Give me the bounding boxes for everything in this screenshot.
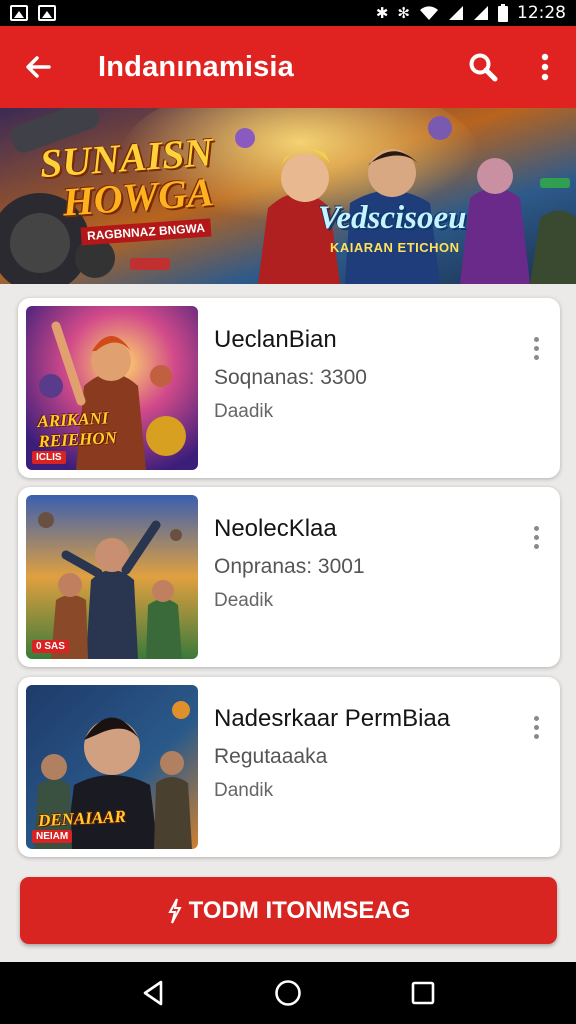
bug-icon: ✱ (375, 3, 389, 22)
item-more-button[interactable] (518, 707, 554, 747)
primary-action-label: TODM ITONMSEAG (188, 896, 411, 924)
system-nav-bar (0, 962, 576, 1024)
game-thumbnail: DENAIAAR NEIAM (26, 685, 198, 849)
signal-icon (449, 6, 463, 20)
thumbnail-badge: NEIAM (32, 830, 73, 843)
banner-title-right: Vedscisoeu (318, 200, 467, 236)
nav-home-button[interactable] (258, 963, 318, 1023)
list-item[interactable]: 0 SAS NeolecKlaa Onpranas: 3001 Deadik (18, 487, 560, 667)
status-bar: ✱ ✻ 12:28 (0, 0, 576, 26)
item-meta: Deadik (214, 590, 274, 611)
app-bar: Indanınamisia (0, 26, 576, 108)
featured-banner[interactable]: SUNAISN HOWGA RAGBNNAZ BNGWA Vedscisoeu … (0, 108, 576, 284)
back-button[interactable] (0, 26, 76, 108)
more-vert-icon (533, 336, 539, 342)
thumbnail-badge: ICLIS (32, 451, 66, 464)
thumbnail-badge: 0 SAS (32, 640, 69, 653)
bluetooth-icon: ✻ (397, 3, 410, 22)
more-vert-icon (541, 53, 549, 81)
thumbnail-artwork (26, 495, 198, 659)
page-title: Indanınamisia (98, 50, 294, 83)
item-subtitle: Regutaaaka (214, 745, 328, 768)
triangle-back-icon (144, 980, 163, 1006)
more-options-button[interactable] (514, 26, 576, 108)
banner-headline: SUNAISN HOWGA RAGBNNAZ BNGWA (38, 129, 219, 248)
search-icon (469, 53, 498, 82)
item-meta: Dandik (214, 780, 274, 801)
search-button[interactable] (452, 26, 514, 108)
item-more-button[interactable] (518, 517, 554, 557)
thumbnail-title: ARIKANI REIEHON (37, 408, 117, 452)
square-recents-icon (411, 981, 434, 1005)
game-thumbnail: 0 SAS (26, 495, 198, 659)
game-thumbnail: ARIKANI REIEHON ICLIS (26, 306, 198, 470)
item-more-button[interactable] (518, 328, 554, 368)
item-subtitle: Soqnanas: 3300 (214, 366, 367, 389)
thumbnail-title-line1: ARIKANI (37, 408, 109, 432)
item-meta: Daadik (214, 401, 274, 422)
banner-subtitle-right: KAIARAN ETICHON (330, 240, 460, 255)
item-title: UeclanBian (214, 326, 337, 353)
signal-icon (474, 6, 488, 20)
more-vert-icon (533, 525, 539, 531)
circle-home-icon (275, 980, 301, 1006)
nav-back-button[interactable] (123, 963, 183, 1023)
thumbnail-title-line2: REIEHON (38, 427, 118, 452)
arrow-left-icon (26, 56, 51, 78)
item-title: NeolecKlaa (214, 515, 337, 542)
image-icon (38, 5, 56, 21)
primary-action-button[interactable]: TODM ITONMSEAG (20, 877, 557, 944)
item-title: Nadesrkaar PermBiaa (214, 705, 451, 732)
list-item[interactable]: DENAIAAR NEIAM Nadesrkaar PermBiaa Regut… (18, 677, 560, 857)
battery-icon (498, 4, 508, 22)
nav-recents-button[interactable] (393, 963, 453, 1023)
status-time: 12:28 (517, 3, 566, 23)
wifi-icon (420, 6, 438, 20)
gallery-icon (10, 5, 28, 21)
item-subtitle: Onpranas: 3001 (214, 555, 365, 578)
lightning-icon (167, 898, 182, 923)
banner-secondary-headline: Vedscisoeu KAIARAN ETICHON (318, 200, 467, 255)
banner-title-line2: HOWGA (61, 169, 216, 225)
list-item[interactable]: ARIKANI REIEHON ICLIS UeclanBian Soqnanas… (18, 298, 560, 478)
more-vert-icon (533, 715, 539, 721)
